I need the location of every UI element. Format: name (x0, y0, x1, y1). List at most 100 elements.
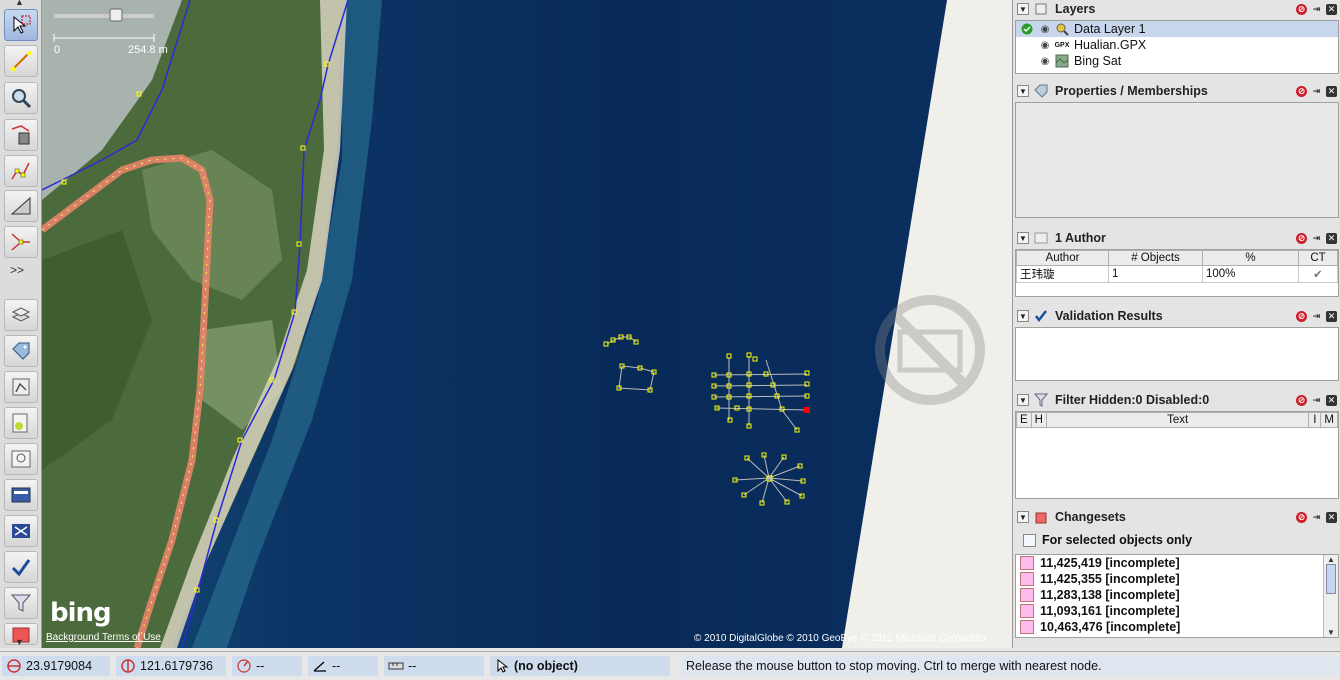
list-item[interactable]: 11,425,355 [incomplete] (1016, 571, 1338, 587)
combine-way-button[interactable] (4, 226, 38, 258)
table-row[interactable]: 王玮璇 1 100% ✔ (1016, 265, 1338, 283)
changeset-scrollbar[interactable]: ▲ ▼ (1323, 555, 1338, 637)
authors-icon (11, 450, 31, 468)
column-header[interactable]: M (1320, 412, 1338, 428)
column-header[interactable]: Author (1016, 250, 1109, 266)
authors-icon (1033, 230, 1049, 246)
scroll-down-icon[interactable]: ▼ (1324, 628, 1338, 637)
selected-only-row: For selected objects only (1015, 526, 1339, 554)
close-icon[interactable]: ✕ (1326, 85, 1337, 97)
close-icon[interactable]: ✕ (1326, 232, 1337, 244)
collapse-toggle[interactable]: ▼ (1017, 394, 1029, 406)
visibility-eye-icon[interactable]: ◉ (1038, 56, 1052, 67)
close-icon[interactable]: ✕ (1326, 3, 1337, 15)
properties-table (1015, 102, 1339, 218)
draw-tool-button[interactable] (4, 45, 38, 77)
tag-icon (12, 342, 30, 360)
column-header[interactable]: E (1016, 412, 1032, 428)
detach-icon[interactable]: ⇥ (1311, 395, 1322, 406)
toggle-selection-button[interactable] (4, 371, 38, 403)
toolbar-scroll-down-icon[interactable]: ▼ (15, 637, 24, 647)
collapse-toggle[interactable]: ▼ (1017, 3, 1029, 15)
close-icon[interactable]: ✕ (1326, 310, 1337, 322)
detach-icon[interactable]: ⇥ (1311, 4, 1322, 15)
delete-tool-button[interactable] (4, 119, 38, 151)
toolbar-more-button[interactable]: >> (10, 263, 24, 277)
close-icon[interactable]: ✕ (1326, 511, 1337, 523)
heading-field: -- (232, 656, 302, 676)
filter-icon (1033, 392, 1049, 408)
detach-icon[interactable]: ⇥ (1311, 233, 1322, 244)
visibility-eye-icon[interactable]: ◉ (1038, 40, 1052, 51)
layer-row[interactable]: ◉ Data Layer 1 (1016, 21, 1338, 37)
toggle-commands-button[interactable] (4, 407, 38, 439)
scroll-thumb[interactable] (1326, 564, 1336, 594)
commands-icon (12, 413, 28, 433)
toggle-layers-button[interactable] (4, 299, 38, 331)
relations-icon (11, 487, 31, 503)
column-header[interactable]: Text (1045, 412, 1310, 428)
changeset-icon (1020, 604, 1034, 618)
toggle-filter-button[interactable] (4, 587, 38, 619)
column-header[interactable]: I (1308, 412, 1322, 428)
help-icon[interactable]: ⊘ (1296, 85, 1307, 97)
validation-results-list (1015, 327, 1339, 381)
detach-icon[interactable]: ⇥ (1311, 512, 1322, 523)
validation-dialog: ▼ Validation Results ⊘ ⇥ ✕ (1015, 307, 1339, 381)
column-header[interactable]: % (1202, 250, 1299, 266)
column-header[interactable]: H (1030, 412, 1047, 428)
help-icon[interactable]: ⊘ (1296, 394, 1307, 406)
help-icon[interactable]: ⊘ (1296, 310, 1307, 322)
selected-node[interactable] (804, 407, 810, 413)
dialog-title: Validation Results (1055, 309, 1163, 323)
heading-value: -- (256, 659, 265, 673)
toggle-conflicts-button[interactable] (4, 515, 38, 547)
toolbar-scroll-up-icon[interactable]: ▲ (15, 0, 24, 7)
zoom-tool-button[interactable] (4, 82, 38, 114)
map-view[interactable]: 0 254.8 m bing Background Terms of Use ©… (42, 0, 1012, 648)
detach-icon[interactable]: ⇥ (1311, 311, 1322, 322)
help-icon[interactable]: ⊘ (1296, 232, 1307, 244)
changeset-icon (1020, 572, 1034, 586)
close-icon[interactable]: ✕ (1326, 394, 1337, 406)
distance-field: -- (384, 656, 484, 676)
checkmark-icon: ✔ (1298, 265, 1338, 283)
changesets-dialog: ▼ Changesets ⊘ ⇥ ✕ For selected objects on… (1015, 508, 1339, 638)
selected-only-checkbox[interactable] (1023, 533, 1036, 547)
help-icon[interactable]: ⊘ (1296, 3, 1307, 15)
toggle-validation-button[interactable] (4, 551, 38, 583)
toggle-authors-button[interactable] (4, 443, 38, 475)
list-item[interactable]: 11,283,138 [incomplete] (1016, 587, 1338, 603)
percent-cell: 100% (1202, 265, 1299, 283)
collapse-toggle[interactable]: ▼ (1017, 85, 1029, 97)
collapse-toggle[interactable]: ▼ (1017, 511, 1029, 523)
toggle-tags-button[interactable] (4, 335, 38, 367)
author-cell: 王玮璇 (1016, 265, 1109, 283)
layer-name: Bing Sat (1074, 54, 1122, 68)
detach-icon[interactable]: ⇥ (1311, 86, 1322, 97)
terms-of-use-link[interactable]: Background Terms of Use (46, 632, 161, 643)
list-item[interactable]: 10,463,476 [incomplete] (1016, 619, 1338, 635)
checkmark-icon (1033, 308, 1049, 324)
visibility-eye-icon[interactable]: ◉ (1038, 24, 1052, 35)
align-icon (10, 196, 31, 215)
scroll-up-icon[interactable]: ▲ (1324, 555, 1338, 564)
collapse-toggle[interactable]: ▼ (1017, 310, 1029, 322)
help-icon[interactable]: ⊘ (1296, 511, 1307, 523)
changeset-icon (1033, 509, 1049, 525)
layer-row[interactable]: ◉ GPX Hualian.GPX (1016, 37, 1338, 53)
select-tool-button[interactable] (4, 9, 38, 41)
list-item[interactable]: 11,093,161 [incomplete] (1016, 603, 1338, 619)
list-item[interactable]: 11,425,419 [incomplete] (1016, 555, 1338, 571)
selected-only-label: For selected objects only (1042, 533, 1193, 547)
scale-max-label: 254.8 m (128, 44, 168, 56)
layer-row[interactable]: ◉ Bing Sat (1016, 53, 1338, 69)
status-bar: 23.9179084 121.6179736 -- -- -- (no obje… (0, 651, 1340, 680)
column-header[interactable]: # Objects (1108, 250, 1203, 266)
split-way-button[interactable] (4, 155, 38, 187)
toggle-relations-button[interactable] (4, 479, 38, 511)
angle-value: -- (332, 659, 341, 673)
align-button[interactable] (4, 190, 38, 222)
collapse-toggle[interactable]: ▼ (1017, 232, 1029, 244)
column-header[interactable]: CT (1298, 250, 1338, 266)
